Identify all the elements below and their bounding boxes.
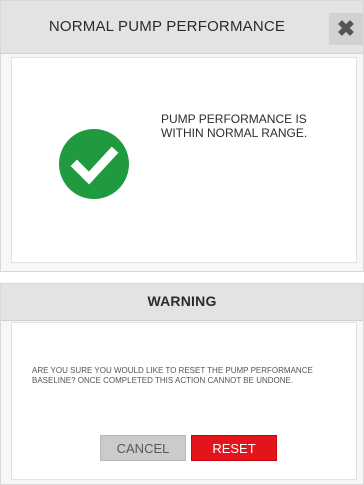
dialog-titlebar: WARNING: [1, 284, 363, 321]
warning-message: ARE YOU SURE YOU WOULD LIKE TO RESET THE…: [32, 366, 313, 385]
reset-button[interactable]: RESET: [191, 435, 277, 461]
close-button[interactable]: ✖: [329, 13, 363, 45]
status-message: PUMP PERFORMANCE IS WITHIN NORMAL RANGE.: [161, 112, 308, 140]
dialog-titlebar: NORMAL PUMP PERFORMANCE ✖: [1, 1, 363, 54]
dialog-body: ARE YOU SURE YOU WOULD LIKE TO RESET THE…: [11, 322, 357, 480]
pump-performance-dialog: NORMAL PUMP PERFORMANCE ✖ PUMP PERFORMAN…: [0, 0, 364, 272]
dialog-title: WARNING: [147, 293, 217, 309]
dialog-title: NORMAL PUMP PERFORMANCE: [48, 18, 286, 35]
dialog-body: PUMP PERFORMANCE IS WITHIN NORMAL RANGE.: [11, 57, 357, 263]
cancel-button[interactable]: CANCEL: [100, 435, 186, 461]
close-icon: ✖: [336, 16, 356, 41]
checkmark-circle-icon: [59, 129, 129, 199]
warning-dialog: WARNING ARE YOU SURE YOU WOULD LIKE TO R…: [0, 283, 364, 485]
